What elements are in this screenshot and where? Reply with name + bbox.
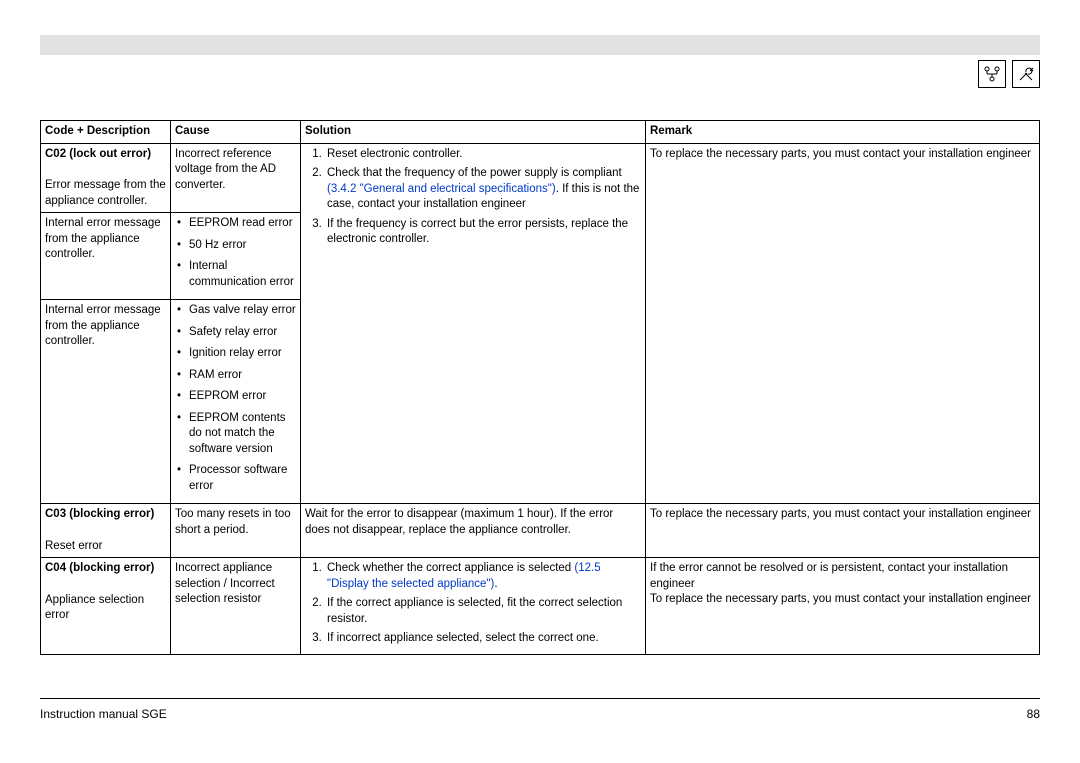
solution-item: Check that the frequency of the power su… [325, 166, 641, 213]
cause-cell: Gas valve relay error Safety relay error… [171, 300, 301, 504]
cause-item: Internal communication error [189, 259, 296, 290]
remark-cell: To replace the necessary parts, you must… [646, 504, 1040, 558]
cause-cell: Incorrect appliance selection / Incorrec… [171, 558, 301, 655]
cause-item: 50 Hz error [189, 238, 296, 254]
content-area: Code + Description Cause Solution Remark… [40, 120, 1040, 655]
remark-line: To replace the necessary parts, you must… [650, 592, 1035, 608]
cause-item: RAM error [189, 368, 296, 384]
tools-icon [1012, 60, 1040, 88]
code-desc: Reset error [45, 539, 166, 555]
code-cell: Internal error message from the applianc… [41, 213, 171, 300]
header-bar [40, 35, 1040, 55]
cause-cell: EEPROM read error 50 Hz error Internal c… [171, 213, 301, 300]
header-cause: Cause [171, 121, 301, 144]
page: Code + Description Cause Solution Remark… [0, 0, 1080, 763]
cause-cell: Incorrect reference voltage from the AD … [171, 143, 301, 213]
header-solution: Solution [301, 121, 646, 144]
solution-item: If the correct appliance is selected, fi… [325, 596, 641, 627]
footer-title: Instruction manual SGE [40, 707, 167, 721]
cause-item: Ignition relay error [189, 346, 296, 362]
table-row: C04 (blocking error) Appliance selection… [41, 558, 1040, 655]
code-title: C03 (blocking error) [45, 507, 166, 523]
remark-line: If the error cannot be resolved or is pe… [650, 561, 1035, 592]
solution-cell: Check whether the correct appliance is s… [301, 558, 646, 655]
footer: Instruction manual SGE 88 [40, 698, 1040, 721]
reference-link[interactable]: (3.4.2 "General and electrical specifica… [327, 183, 556, 195]
remark-cell: To replace the necessary parts, you must… [646, 143, 1040, 504]
code-desc: Error message from the appliance control… [45, 178, 166, 209]
error-table: Code + Description Cause Solution Remark… [40, 120, 1040, 655]
cause-item: Processor software error [189, 463, 296, 494]
header-icons [978, 60, 1040, 88]
solution-item: If the frequency is correct but the erro… [325, 217, 641, 248]
solution-item: Reset electronic controller. [325, 147, 641, 163]
table-row: C03 (blocking error) Reset error Too man… [41, 504, 1040, 558]
page-number: 88 [1027, 707, 1040, 721]
solution-item: Check whether the correct appliance is s… [325, 561, 641, 592]
cause-item: EEPROM contents do not match the softwar… [189, 411, 296, 458]
solution-cell: Wait for the error to disappear (maximum… [301, 504, 646, 558]
header-code: Code + Description [41, 121, 171, 144]
header-remark: Remark [646, 121, 1040, 144]
remark-cell: If the error cannot be resolved or is pe… [646, 558, 1040, 655]
code-title: C02 (lock out error) [45, 147, 166, 163]
cause-cell: Too many resets in too short a period. [171, 504, 301, 558]
cause-item: EEPROM read error [189, 216, 296, 232]
solution-cell: Reset electronic controller. Check that … [301, 143, 646, 504]
code-cell: C02 (lock out error) Error message from … [41, 143, 171, 213]
code-cell: C03 (blocking error) Reset error [41, 504, 171, 558]
cause-item: Safety relay error [189, 325, 296, 341]
code-cell: C04 (blocking error) Appliance selection… [41, 558, 171, 655]
code-title: C04 (blocking error) [45, 561, 166, 577]
cause-item: Gas valve relay error [189, 303, 296, 319]
code-cell: Internal error message from the applianc… [41, 300, 171, 504]
table-header-row: Code + Description Cause Solution Remark [41, 121, 1040, 144]
solution-item: If incorrect appliance selected, select … [325, 631, 641, 647]
cause-item: EEPROM error [189, 389, 296, 405]
table-row: C02 (lock out error) Error message from … [41, 143, 1040, 213]
code-desc: Appliance selection error [45, 593, 166, 624]
diagram-icon [978, 60, 1006, 88]
